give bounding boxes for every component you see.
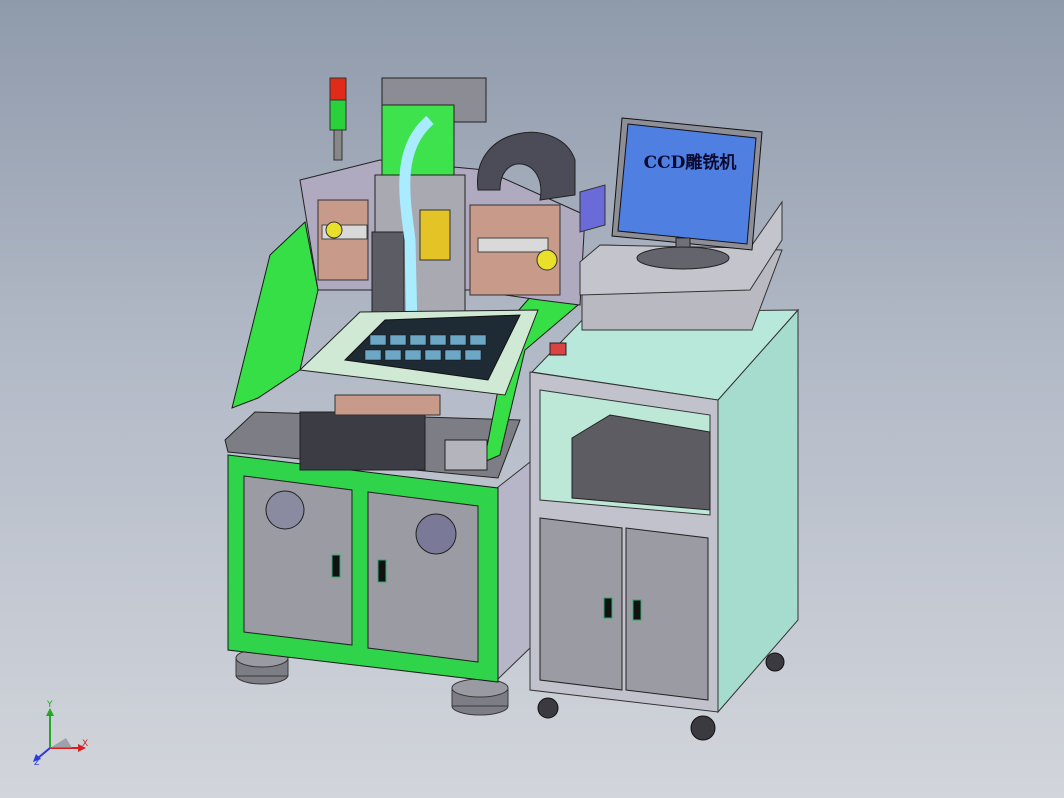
signal-tower-red [329,77,347,101]
monitor-stand-base [636,246,730,270]
monitor-screen-text: CCD雕铣机 [643,153,737,173]
door-handle-right[interactable] [377,559,387,583]
control-box [444,439,488,471]
monitor-screen [617,123,757,245]
red-indicator[interactable] [549,342,567,356]
axis-triad [33,708,86,762]
door-handle-left[interactable] [331,554,341,578]
x-axis-rail-left [317,199,369,281]
ups-box [571,414,711,511]
signal-tower-green [329,99,347,131]
side-guard-left [231,221,319,409]
motor-yellow-left [325,221,343,239]
axis-z-label: Z [34,758,40,767]
signal-tower-pole [333,129,343,161]
ballscrew-right [477,237,549,253]
z-axis-yellow-block [419,209,451,261]
cad-viewport[interactable] [0,0,1064,798]
blue-strip [579,184,606,233]
vent-hole-left [265,490,305,530]
control-handle-right[interactable] [632,599,642,621]
axis-y-label: Y [47,700,53,710]
y-axis-guide [334,394,441,416]
motor-yellow-right [536,249,558,271]
axis-x-label: X [82,739,89,749]
vent-hole-right [415,513,457,555]
y-axis-lower-carriage [299,411,426,471]
control-handle-left[interactable] [603,597,613,619]
spindle-body [371,231,405,313]
cabinet-side [496,460,531,682]
